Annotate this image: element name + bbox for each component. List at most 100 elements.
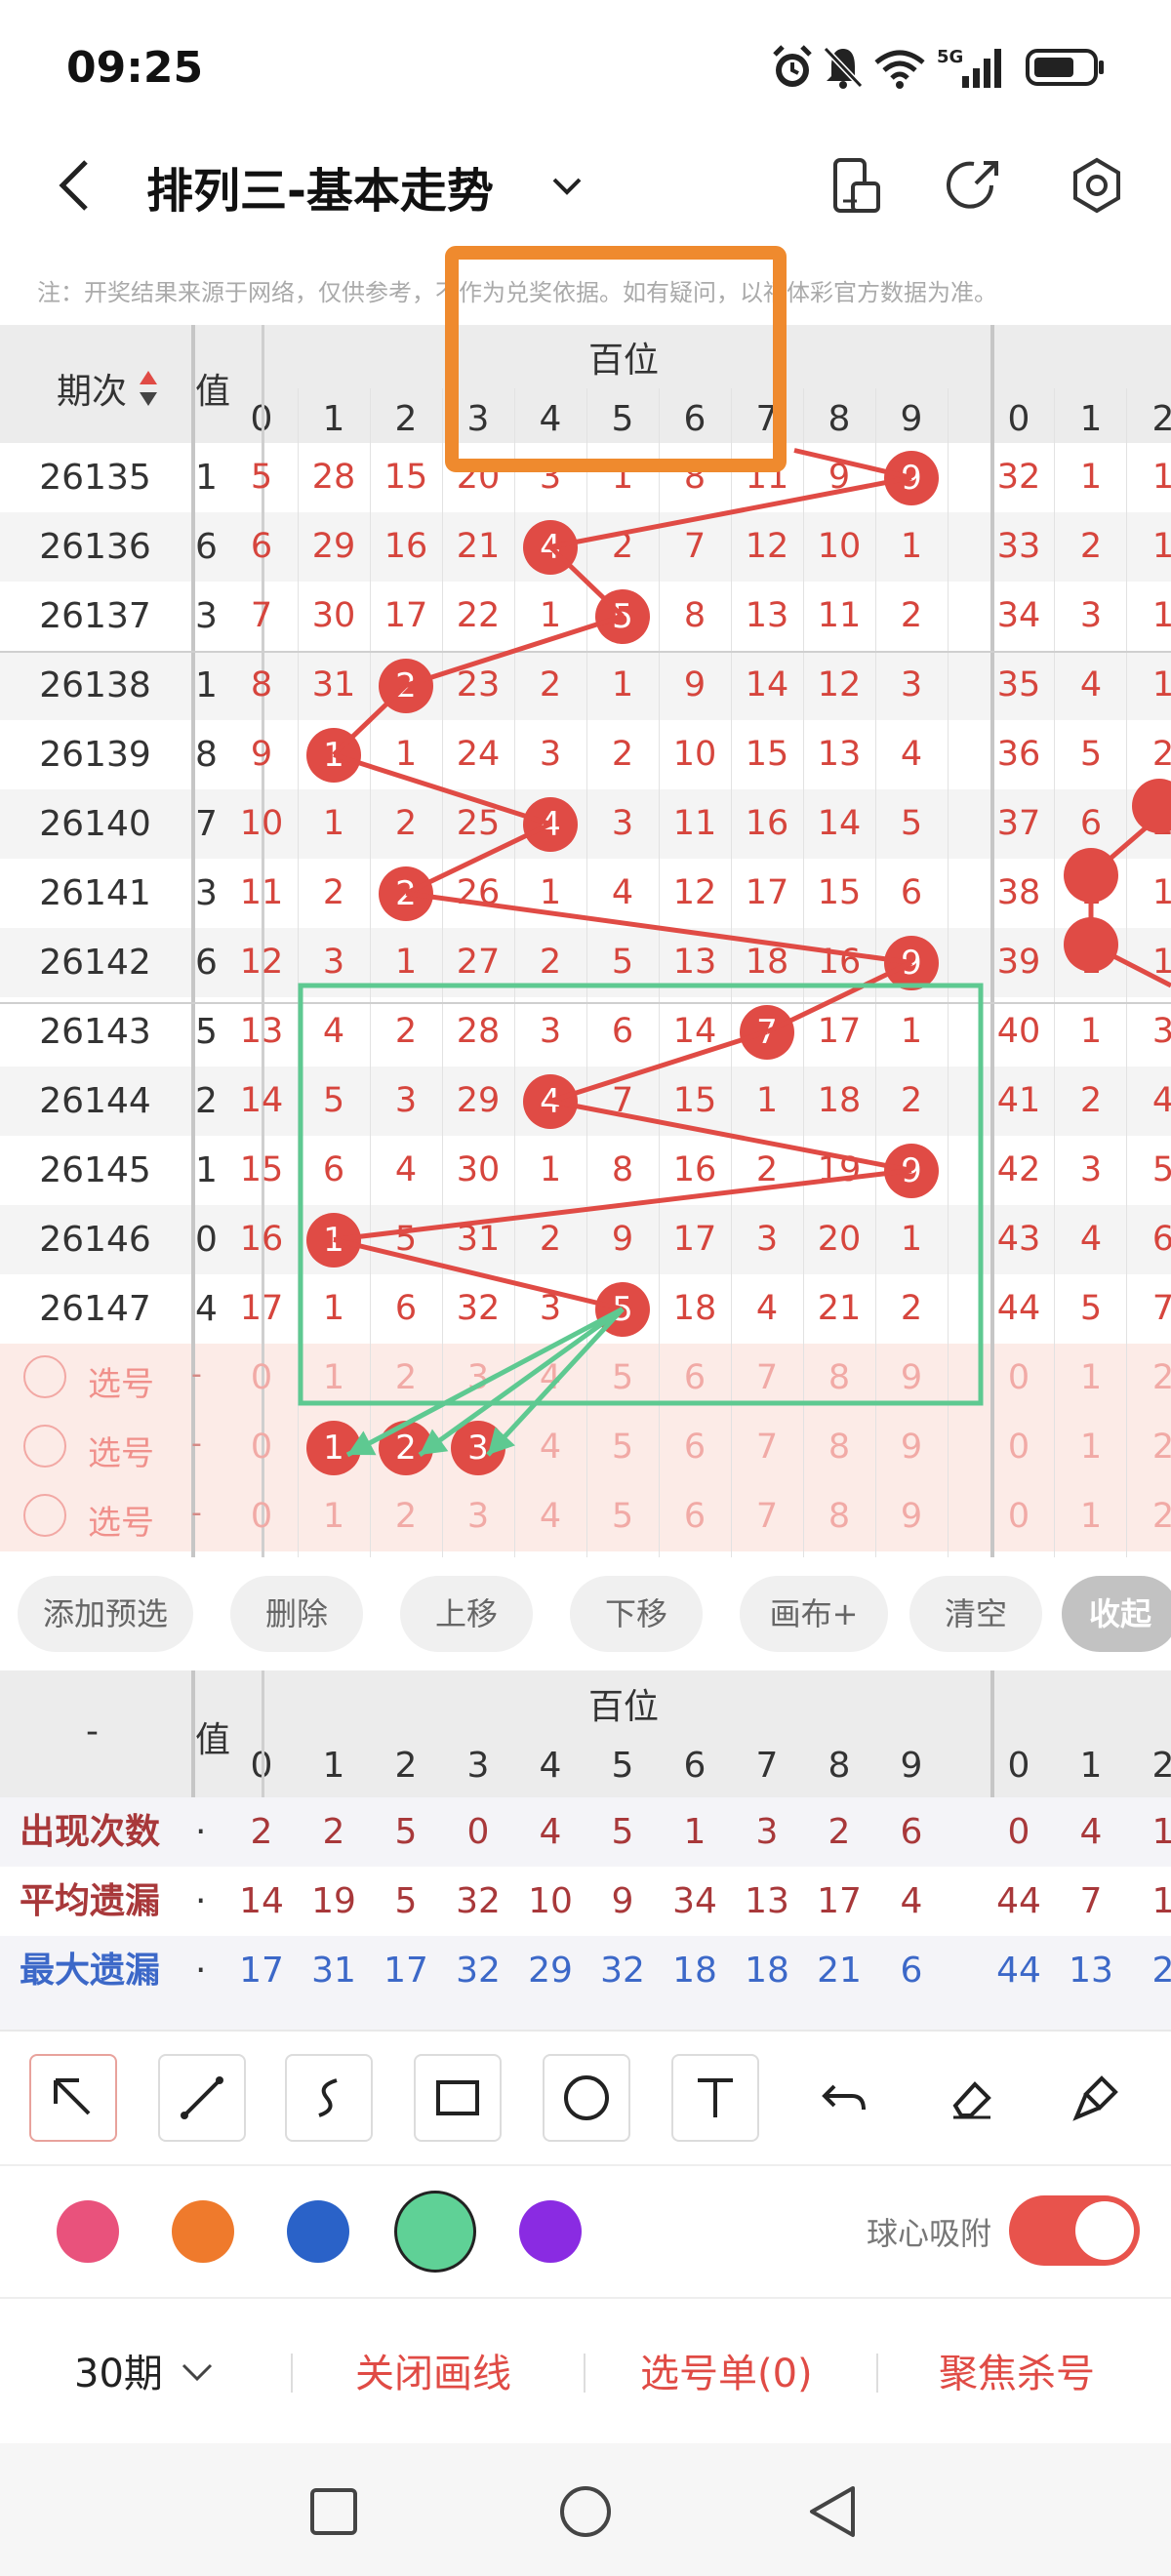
trend-line <box>332 683 408 757</box>
drawing-overlay <box>298 246 1171 1458</box>
stats-cell: 4 <box>900 1881 923 1921</box>
stats-cell: 34 <box>672 1881 717 1921</box>
stats-row-label: 最大遗漏 <box>20 1951 161 1991</box>
toolbar-divider <box>0 2030 1171 2032</box>
undo-tool-icon <box>822 2084 866 2111</box>
stats-cell: 17 <box>239 1951 284 1991</box>
trend-line <box>333 1237 624 1311</box>
stats-cell: 31 <box>311 1951 356 1991</box>
stats-cell: 1 <box>683 1812 707 1852</box>
selection-list-button[interactable]: 选号单(0) <box>640 2340 813 2408</box>
snap-label: 球心吸附 <box>867 2215 992 2252</box>
stats-cell: 19 <box>311 1881 356 1921</box>
stats-cell: 32 <box>456 1881 501 1921</box>
stats-digit-header: 4 <box>539 1746 562 1786</box>
stats-cell: 5 <box>611 1812 634 1852</box>
stats-cell: 6 <box>900 1812 923 1852</box>
stats-digit-header: 1 <box>322 1746 345 1786</box>
brush-tool-button[interactable] <box>1052 2054 1140 2142</box>
stats-digit-header: 2 <box>394 1746 418 1786</box>
focus-kill-button[interactable]: 聚焦杀号 <box>939 2340 1095 2408</box>
arrow-tool-button[interactable] <box>29 2054 117 2142</box>
color-swatch[interactable] <box>172 2200 234 2263</box>
nav-sep-1 <box>291 2354 293 2393</box>
stats-cell: 17 <box>817 1881 862 1921</box>
stats-cell: 32 <box>456 1951 501 1991</box>
color-swatch[interactable] <box>57 2200 119 2263</box>
stats-digit-header: 9 <box>900 1746 923 1786</box>
green-arrow-line <box>345 1307 625 1458</box>
line-tool-icon <box>181 2076 223 2119</box>
snap-toggle[interactable] <box>1009 2195 1140 2266</box>
trend-line <box>793 448 912 480</box>
trend-line <box>549 1099 912 1173</box>
brush-tool-icon <box>1072 2075 1118 2121</box>
clear-button[interactable]: 清空 <box>909 1576 1042 1652</box>
circle-icon <box>560 2486 611 2537</box>
circle-tool-button[interactable] <box>543 2054 630 2142</box>
stats-next-cell: 0 <box>1007 1812 1030 1852</box>
line-tool-button[interactable] <box>158 2054 246 2142</box>
home-button[interactable] <box>558 2484 613 2543</box>
move-up-button[interactable]: 上移 <box>400 1576 533 1652</box>
stats-next-cell: 1 <box>1151 1812 1171 1852</box>
stats-cell: 29 <box>528 1951 573 1991</box>
trend-line <box>548 544 625 619</box>
stats-cell: 3 <box>755 1812 779 1852</box>
period-select[interactable]: 30期 <box>74 2340 163 2408</box>
rect-tool-icon <box>436 2080 479 2115</box>
add-preselect-button[interactable]: 添加预选 <box>18 1576 193 1652</box>
stats-cell: 14 <box>239 1881 284 1921</box>
triangle-back-icon <box>810 2486 855 2537</box>
rect-tool-button[interactable] <box>414 2054 502 2142</box>
stats-next-cell: 13 <box>1069 1951 1113 1991</box>
trend-line <box>549 475 912 549</box>
green-arrow-line <box>418 1307 625 1458</box>
move-down-button[interactable]: 下移 <box>570 1576 703 1652</box>
stats-next-cell: 44 <box>996 1881 1041 1921</box>
trend-line <box>765 960 913 1034</box>
curve-tool-button[interactable] <box>285 2054 373 2142</box>
stats-next-cell: 4 <box>1079 1812 1103 1852</box>
back-nav-button[interactable] <box>806 2484 861 2543</box>
eraser-tool-button[interactable] <box>927 2054 1015 2142</box>
recents-button[interactable] <box>308 2486 359 2541</box>
stats-next-cell: 7 <box>1079 1881 1103 1921</box>
canvas-plus-button[interactable]: 画布+ <box>740 1576 888 1652</box>
snap-toggle-knob <box>1075 2201 1134 2260</box>
trend-line <box>549 1029 768 1104</box>
stats-cell: 13 <box>745 1881 789 1921</box>
stats-row-cutoff <box>0 2005 1171 2030</box>
period-chevron-icon <box>178 2355 217 2395</box>
stats-cell: 21 <box>817 1951 862 1991</box>
stats-cell: 4 <box>539 1812 562 1852</box>
stats-cell: 2 <box>250 1812 273 1852</box>
color-swatch[interactable] <box>394 2191 476 2273</box>
stats-cell: 2 <box>322 1812 345 1852</box>
color-swatch[interactable] <box>519 2200 582 2263</box>
green-highlight-rect <box>298 983 984 1406</box>
stats-next-cell: 2 <box>1151 1951 1171 1991</box>
collapse-button[interactable]: 收起 <box>1062 1576 1171 1652</box>
stats-next-cell: 1 <box>1151 1881 1171 1921</box>
stats-cell: 5 <box>394 1812 418 1852</box>
color-swatch[interactable] <box>287 2200 349 2263</box>
green-arrow-line <box>486 1307 625 1457</box>
stats-next-digit-header: 1 <box>1079 1746 1103 1786</box>
stats-digit-header: 6 <box>683 1746 707 1786</box>
stats-row-label: 平均遗漏 <box>20 1881 161 1921</box>
nav-sep-3 <box>876 2354 878 2393</box>
stats-cell: 18 <box>745 1951 789 1991</box>
stats-digit-header: 3 <box>466 1746 490 1786</box>
stats-cell: 10 <box>528 1881 573 1921</box>
delete-button[interactable]: 删除 <box>230 1576 363 1652</box>
stats-next-cell: 44 <box>996 1951 1041 1991</box>
undo-tool-button[interactable] <box>800 2054 888 2142</box>
orange-highlight-rect <box>445 246 787 472</box>
stats-cell: 18 <box>672 1951 717 1991</box>
close-lines-button[interactable]: 关闭画线 <box>355 2340 511 2408</box>
square-icon <box>310 2488 357 2535</box>
stats-cell: 6 <box>900 1951 923 1991</box>
text-tool-button[interactable] <box>671 2054 759 2142</box>
bottom-nav-divider <box>0 2297 1171 2299</box>
